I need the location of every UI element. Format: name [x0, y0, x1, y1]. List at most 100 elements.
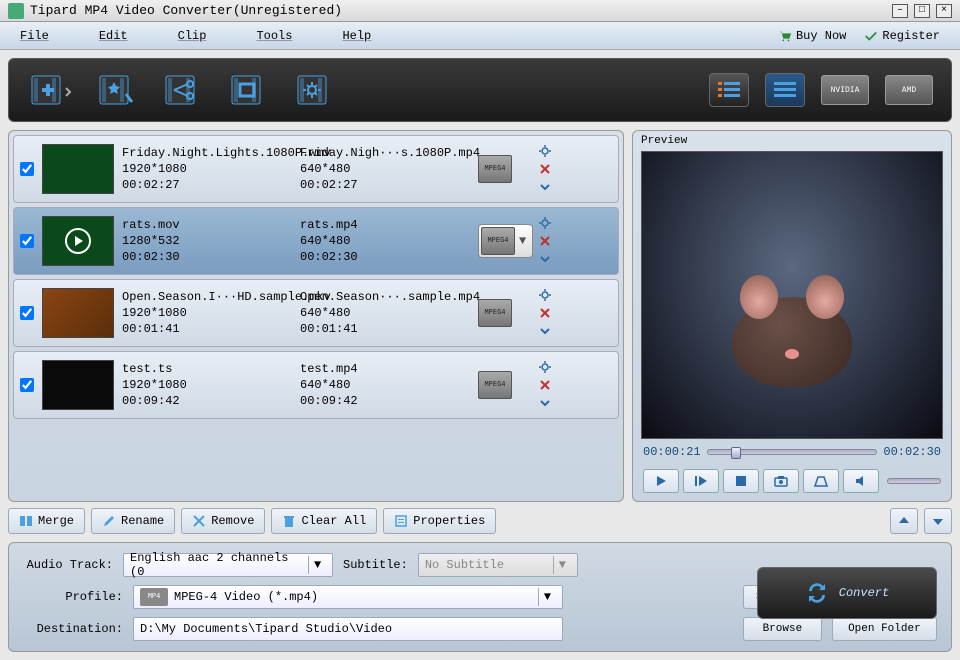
format-badge: MPEG4: [478, 371, 512, 399]
x-icon: [192, 514, 206, 528]
profile-select[interactable]: MP4 MPEG-4 Video (*.mp4) ▼: [133, 585, 563, 609]
row-actions: [536, 216, 554, 266]
toolbar: NVIDIA AMD: [8, 58, 952, 122]
row-expand-icon[interactable]: [538, 324, 552, 338]
preview-current-time: 00:00:21: [643, 445, 701, 459]
menu-help[interactable]: Help: [342, 29, 371, 43]
chevron-down-icon: ▼: [538, 588, 556, 606]
file-row[interactable]: test.ts1920*108000:09:42 test.mp4640*480…: [13, 351, 619, 419]
app-icon: [8, 3, 24, 19]
crop-button[interactable]: [225, 69, 275, 111]
clear-all-button[interactable]: Clear All: [271, 508, 377, 534]
preview-label: Preview: [633, 131, 951, 151]
properties-button[interactable]: Properties: [383, 508, 496, 534]
source-info: test.ts1920*108000:09:42: [122, 361, 292, 409]
volume-slider[interactable]: [887, 478, 941, 484]
thumbnail: [42, 360, 114, 410]
buy-now-link[interactable]: Buy Now: [778, 29, 846, 43]
close-button[interactable]: ×: [936, 4, 952, 18]
minimize-button[interactable]: –: [892, 4, 908, 18]
row-settings-icon[interactable]: [538, 360, 552, 374]
window-controls: – □ ×: [892, 4, 952, 18]
browse-button[interactable]: Browse: [743, 617, 822, 641]
subtitle-select[interactable]: No Subtitle ▼: [418, 553, 578, 577]
trim-button[interactable]: [159, 69, 209, 111]
menu-edit[interactable]: Edit: [99, 29, 128, 43]
rename-button[interactable]: Rename: [91, 508, 175, 534]
menu-clip[interactable]: Clip: [178, 29, 207, 43]
output-settings-panel: Audio Track: English aac 2 channels (0 ▼…: [8, 542, 952, 652]
move-up-button[interactable]: [890, 508, 918, 534]
merge-icon: [19, 514, 33, 528]
file-row[interactable]: Open.Season.I···HD.sample.mkv1920*108000…: [13, 279, 619, 347]
subtitle-label: Subtitle:: [343, 558, 408, 572]
row-expand-icon[interactable]: [538, 396, 552, 410]
effects-button[interactable]: [93, 69, 143, 111]
row-settings-icon[interactable]: [538, 144, 552, 158]
preview-video: [641, 151, 943, 439]
open-folder-button[interactable]: Open Folder: [832, 617, 937, 641]
thumbnail: [42, 216, 114, 266]
step-button[interactable]: [683, 469, 719, 493]
row-delete-icon[interactable]: [538, 162, 552, 176]
buy-now-label: Buy Now: [796, 29, 846, 43]
maximize-button[interactable]: □: [914, 4, 930, 18]
menu-tools[interactable]: Tools: [256, 29, 292, 43]
source-info: Friday.Night.Lights.1080P.wmv1920*108000…: [122, 145, 292, 193]
cart-icon: [778, 29, 792, 43]
trash-icon: [282, 514, 296, 528]
preview-panel: Preview 00:00:21 00:02:30: [632, 130, 952, 502]
row-actions: [536, 360, 554, 410]
fullscreen-button[interactable]: [803, 469, 839, 493]
view-list-button[interactable]: [709, 73, 749, 107]
add-file-button[interactable]: [27, 69, 77, 111]
convert-button[interactable]: Convert: [757, 567, 937, 619]
file-checkbox[interactable]: [20, 162, 34, 176]
row-settings-icon[interactable]: [538, 216, 552, 230]
register-label: Register: [882, 29, 940, 43]
file-checkbox[interactable]: [20, 234, 34, 248]
row-delete-icon[interactable]: [538, 306, 552, 320]
register-link[interactable]: Register: [864, 29, 940, 43]
output-info: test.mp4640*48000:09:42: [300, 361, 470, 409]
format-badge: MPEG4: [478, 155, 512, 183]
row-settings-icon[interactable]: [538, 288, 552, 302]
mute-button[interactable]: [843, 469, 879, 493]
output-info: Friday.Nigh···s.1080P.mp4640*48000:02:27: [300, 145, 470, 193]
source-info: Open.Season.I···HD.sample.mkv1920*108000…: [122, 289, 292, 337]
output-info: Open.Season···.sample.mp4640*48000:01:41: [300, 289, 470, 337]
file-checkbox[interactable]: [20, 306, 34, 320]
mpeg4-icon: MP4: [140, 588, 168, 606]
destination-input[interactable]: D:\My Documents\Tipard Studio\Video: [133, 617, 563, 641]
row-delete-icon[interactable]: [538, 234, 552, 248]
snapshot-button[interactable]: [763, 469, 799, 493]
file-checkbox[interactable]: [20, 378, 34, 392]
menu-file[interactable]: File: [20, 29, 49, 43]
destination-label: Destination:: [23, 622, 123, 636]
format-selector[interactable]: MPEG4▼: [478, 224, 533, 258]
audio-track-select[interactable]: English aac 2 channels (0 ▼: [123, 553, 333, 577]
merge-button[interactable]: Merge: [8, 508, 85, 534]
file-row[interactable]: rats.mov1280*53200:02:30 rats.mp4640*480…: [13, 207, 619, 275]
seek-slider[interactable]: [707, 449, 878, 455]
thumbnail: [42, 144, 114, 194]
settings-button[interactable]: [291, 69, 341, 111]
file-row[interactable]: Friday.Night.Lights.1080P.wmv1920*108000…: [13, 135, 619, 203]
profile-label: Profile:: [23, 590, 123, 604]
list-actions-bar: Merge Rename Remove Clear All Properties: [8, 508, 952, 534]
file-list: Friday.Night.Lights.1080P.wmv1920*108000…: [8, 130, 624, 502]
thumbnail: [42, 288, 114, 338]
source-info: rats.mov1280*53200:02:30: [122, 217, 292, 265]
move-down-button[interactable]: [924, 508, 952, 534]
stop-button[interactable]: [723, 469, 759, 493]
pencil-icon: [102, 514, 116, 528]
check-icon: [864, 29, 878, 43]
row-delete-icon[interactable]: [538, 378, 552, 392]
row-expand-icon[interactable]: [538, 180, 552, 194]
window-title: Tipard MP4 Video Converter(Unregistered): [30, 3, 892, 18]
view-detail-button[interactable]: [765, 73, 805, 107]
time-slider-row: 00:00:21 00:02:30: [633, 439, 951, 465]
row-expand-icon[interactable]: [538, 252, 552, 266]
play-button[interactable]: [643, 469, 679, 493]
remove-button[interactable]: Remove: [181, 508, 265, 534]
